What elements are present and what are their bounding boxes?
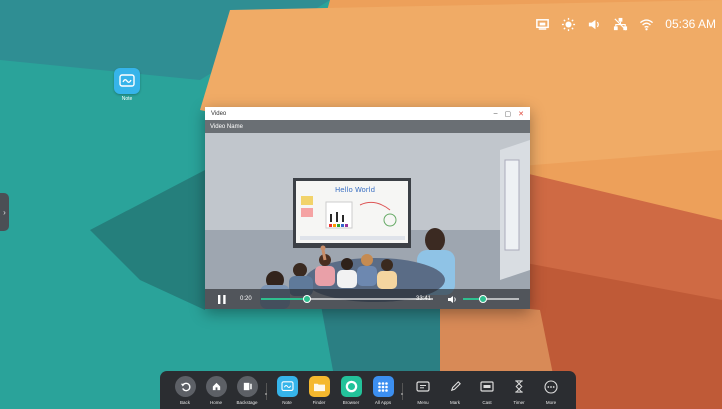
video-name-bar: Video Name bbox=[205, 120, 530, 133]
video-player[interactable]: Hello World Video Name 0:20 33:41 bbox=[205, 120, 530, 309]
video-name: Video Name bbox=[210, 123, 243, 130]
window-title: Video bbox=[211, 110, 227, 117]
minimize-icon[interactable]: – bbox=[494, 110, 498, 118]
dock-divider-dot bbox=[265, 393, 267, 395]
dock-finder-app[interactable]: Finder bbox=[304, 376, 334, 405]
note-app-icon bbox=[114, 68, 140, 94]
backstage-icon bbox=[236, 376, 258, 397]
menu-icon bbox=[413, 376, 434, 397]
dock-all-apps[interactable]: All Apps bbox=[368, 376, 398, 405]
wifi-icon[interactable] bbox=[639, 17, 654, 32]
volume-icon[interactable] bbox=[587, 17, 602, 32]
status-bar: 05:36 AM bbox=[535, 14, 716, 34]
dock-note-app[interactable]: Note bbox=[272, 376, 302, 405]
side-toolbar-handle[interactable]: › bbox=[0, 193, 9, 231]
dock-label: Menu bbox=[417, 400, 429, 405]
dock-divider-dot bbox=[401, 393, 403, 395]
progress-thumb[interactable] bbox=[303, 295, 312, 303]
dock-label: Note bbox=[282, 400, 292, 405]
dock-timer-button[interactable]: Timer bbox=[504, 376, 534, 405]
screen-mirror-icon[interactable] bbox=[535, 17, 550, 32]
dock-divider bbox=[402, 383, 403, 400]
pen-mark-icon bbox=[445, 376, 466, 397]
video-controls-bar: 0:20 33:41 bbox=[205, 289, 530, 309]
home-icon bbox=[205, 376, 227, 397]
hourglass-timer-icon bbox=[509, 376, 530, 397]
browser-icon bbox=[340, 376, 362, 397]
total-time: 33:41 bbox=[416, 296, 432, 302]
volume-button[interactable] bbox=[448, 289, 458, 309]
maximize-icon[interactable]: ▢ bbox=[505, 110, 512, 118]
video-frame: Hello World bbox=[205, 120, 530, 309]
chevron-right-icon: › bbox=[3, 207, 6, 217]
cast-icon bbox=[477, 376, 498, 397]
all-apps-grid-icon bbox=[372, 376, 394, 397]
window-titlebar[interactable]: Video – ▢ ✕ bbox=[205, 107, 530, 120]
dock-label: All Apps bbox=[374, 400, 392, 405]
dock-label: Home bbox=[209, 400, 222, 405]
whiteboard-text: Hello World bbox=[335, 186, 375, 194]
dock-label: Browser bbox=[342, 400, 360, 405]
finder-folder-icon bbox=[308, 376, 330, 397]
pause-button[interactable] bbox=[218, 289, 226, 309]
more-dots-icon bbox=[541, 376, 562, 397]
dock-menu-button[interactable]: Menu bbox=[408, 376, 438, 405]
back-icon bbox=[174, 376, 196, 397]
current-time: 0:20 bbox=[240, 296, 252, 302]
ethernet-disconnected-icon[interactable] bbox=[613, 17, 628, 32]
dock-back-button[interactable]: Back bbox=[170, 376, 200, 405]
dock-label: More bbox=[545, 400, 557, 405]
volume-thumb[interactable] bbox=[478, 295, 487, 303]
close-icon[interactable]: ✕ bbox=[518, 110, 524, 118]
video-window: Video – ▢ ✕ Hello World Video Name 0:20 … bbox=[205, 107, 530, 309]
dock-label: Backstage bbox=[236, 400, 258, 405]
note-app-icon bbox=[276, 376, 298, 397]
brightness-icon[interactable] bbox=[561, 17, 576, 32]
dock-cast-button[interactable]: Cast bbox=[472, 376, 502, 405]
speaker-icon bbox=[448, 295, 456, 303]
dock-home-button[interactable]: Home bbox=[201, 376, 231, 405]
dock-divider bbox=[266, 383, 267, 400]
dock-label: Finder bbox=[312, 400, 326, 405]
dock-mark-button[interactable]: Mark bbox=[440, 376, 470, 405]
dock-more-button[interactable]: More bbox=[536, 376, 566, 405]
dock-label: Back bbox=[179, 400, 190, 405]
desktop-app-label: Note bbox=[121, 96, 133, 102]
dock-label: Timer bbox=[513, 400, 525, 405]
dock-backstage-button[interactable]: Backstage bbox=[232, 376, 262, 405]
progress-fill bbox=[261, 298, 308, 300]
dock-label: Cast bbox=[482, 400, 492, 405]
dock-browser-app[interactable]: Browser bbox=[336, 376, 366, 405]
desktop-app-note[interactable]: Note bbox=[112, 68, 142, 102]
clock-time: 05:36 AM bbox=[665, 17, 716, 31]
taskbar-dock: Back Home Backstage Note Finder Browser bbox=[160, 371, 576, 409]
dock-label: Mark bbox=[450, 400, 460, 405]
pause-icon bbox=[218, 294, 226, 304]
